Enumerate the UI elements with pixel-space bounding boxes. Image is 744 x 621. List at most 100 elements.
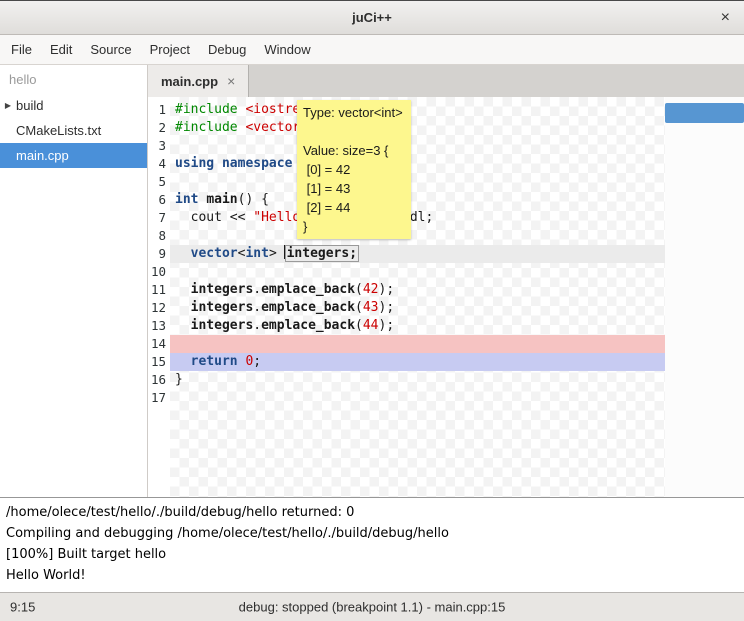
tooltip-line: Value: size=3 { [303, 141, 405, 160]
line-number: 2 [148, 119, 170, 137]
file-tree-sidebar: hello ▶build CMakeLists.txt main.cpp [0, 65, 148, 497]
code-line-15[interactable]: return 0; [170, 353, 665, 371]
line-number: 4 [148, 155, 170, 173]
code-segment: integers; [285, 245, 359, 262]
code-segment: return [191, 354, 238, 369]
statusbar: 9:15 debug: stopped (breakpoint 1.1) - m… [0, 592, 744, 621]
file-tree: ▶build CMakeLists.txt main.cpp [0, 93, 147, 168]
line-number: 9 [148, 245, 170, 263]
code-segment: namespace [222, 156, 292, 171]
tab-label: main.cpp [161, 74, 218, 89]
menu-project[interactable]: Project [141, 35, 199, 64]
terminal-line: Compiling and debugging /home/olece/test… [6, 523, 738, 544]
line-number: 3 [148, 137, 170, 155]
code-line-1[interactable]: #include <iostream> [170, 101, 665, 119]
line-number: 6 [148, 191, 170, 209]
code-segment: 44 [363, 318, 379, 333]
main-content: hello ▶build CMakeLists.txt main.cpp main.… [0, 65, 744, 497]
code-segment: ( [355, 282, 363, 297]
sidebar-item-main-cpp[interactable]: main.cpp [0, 143, 147, 168]
code-segment: > [269, 246, 285, 261]
code-line-9[interactable]: vector<int> integers; [170, 245, 665, 263]
code-segment: ; [253, 354, 261, 369]
code-line-6[interactable]: int main() { [170, 191, 665, 209]
code-segment: integers [191, 318, 254, 333]
line-number: 5 [148, 173, 170, 191]
tree-item-label: CMakeLists.txt [16, 123, 101, 138]
code-segment [175, 318, 191, 333]
menu-debug[interactable]: Debug [199, 35, 255, 64]
code-line-4[interactable]: using namespace std; [170, 155, 665, 173]
line-number: 7 [148, 209, 170, 227]
editor-pane: main.cpp × 1234567891011121314151617 #in… [148, 65, 744, 497]
code-segment: emplace_back [261, 282, 355, 297]
tooltip-line: Type: vector<int> [303, 103, 405, 122]
terminal-line: [100%] Built target hello [6, 544, 738, 565]
line-number: 12 [148, 299, 170, 317]
code-line-11[interactable]: integers.emplace_back(42); [170, 281, 665, 299]
code-segment: } [175, 372, 183, 387]
menu-file[interactable]: File [2, 35, 41, 64]
code-segment: ( [355, 300, 363, 315]
tooltip-line: } [303, 217, 405, 236]
code-line-7[interactable]: cout << "Hello World!" << endl; [170, 209, 665, 227]
tab-main-cpp[interactable]: main.cpp × [148, 65, 249, 97]
app-window: juCi++ × FileEditSourceProjectDebugWindo… [0, 0, 744, 621]
tabbar: main.cpp × [148, 65, 744, 97]
line-number: 10 [148, 263, 170, 281]
line-number: 15 [148, 353, 170, 371]
tree-item-label: build [16, 98, 43, 113]
code-segment: ); [379, 318, 395, 333]
code-line-8[interactable] [170, 227, 665, 245]
menubar: FileEditSourceProjectDebugWindow [0, 35, 744, 65]
terminal-output[interactable]: /home/olece/test/hello/./build/debug/hel… [0, 497, 744, 592]
code-segment: . [253, 318, 261, 333]
code-editor: 1234567891011121314151617 #include <iost… [148, 97, 744, 497]
code-area[interactable]: #include <iostream>#include <vector> usin… [170, 97, 665, 497]
expander-icon[interactable]: ▶ [0, 101, 16, 110]
code-line-13[interactable]: integers.emplace_back(44); [170, 317, 665, 335]
menu-window[interactable]: Window [255, 35, 319, 64]
code-line-16[interactable]: } [170, 371, 665, 389]
code-line-12[interactable]: integers.emplace_back(43); [170, 299, 665, 317]
code-segment: () { [238, 192, 269, 207]
code-segment: int [175, 192, 198, 207]
code-segment: ); [379, 300, 395, 315]
code-segment [175, 246, 191, 261]
code-line-14[interactable] [170, 335, 665, 353]
code-line-10[interactable] [170, 263, 665, 281]
code-segment: integers [191, 300, 254, 315]
scrollbar[interactable] [665, 97, 744, 497]
code-segment [175, 282, 191, 297]
tooltip-line: [2] = 44 [303, 198, 405, 217]
code-segment: integers [191, 282, 254, 297]
tooltip-line: [1] = 43 [303, 179, 405, 198]
terminal-line: /home/olece/test/hello/./build/debug/hel… [6, 502, 738, 523]
tab-close-icon[interactable]: × [227, 73, 235, 89]
tooltip-line: [0] = 42 [303, 160, 405, 179]
line-number-gutter: 1234567891011121314151617 [148, 97, 170, 497]
code-segment: main [206, 192, 237, 207]
code-segment: using [175, 156, 214, 171]
line-number: 14 [148, 335, 170, 353]
close-icon[interactable]: × [721, 10, 730, 26]
line-number: 11 [148, 281, 170, 299]
code-line-3[interactable] [170, 137, 665, 155]
menu-edit[interactable]: Edit [41, 35, 81, 64]
code-segment: 43 [363, 300, 379, 315]
sidebar-item-build[interactable]: ▶build [0, 93, 147, 118]
code-line-2[interactable]: #include <vector> [170, 119, 665, 137]
code-line-17[interactable] [170, 389, 665, 407]
code-segment [214, 156, 222, 171]
cursor-position: 9:15 [10, 600, 35, 615]
code-segment: ( [355, 318, 363, 333]
project-name: hello [0, 65, 147, 93]
terminal-line: Hello World! [6, 565, 738, 586]
code-line-5[interactable] [170, 173, 665, 191]
sidebar-item-cmakelists-txt[interactable]: CMakeLists.txt [0, 118, 147, 143]
titlebar[interactable]: juCi++ × [0, 1, 744, 35]
code-segment: 42 [363, 282, 379, 297]
line-number: 13 [148, 317, 170, 335]
menu-source[interactable]: Source [81, 35, 140, 64]
scrollbar-thumb[interactable] [665, 103, 744, 123]
